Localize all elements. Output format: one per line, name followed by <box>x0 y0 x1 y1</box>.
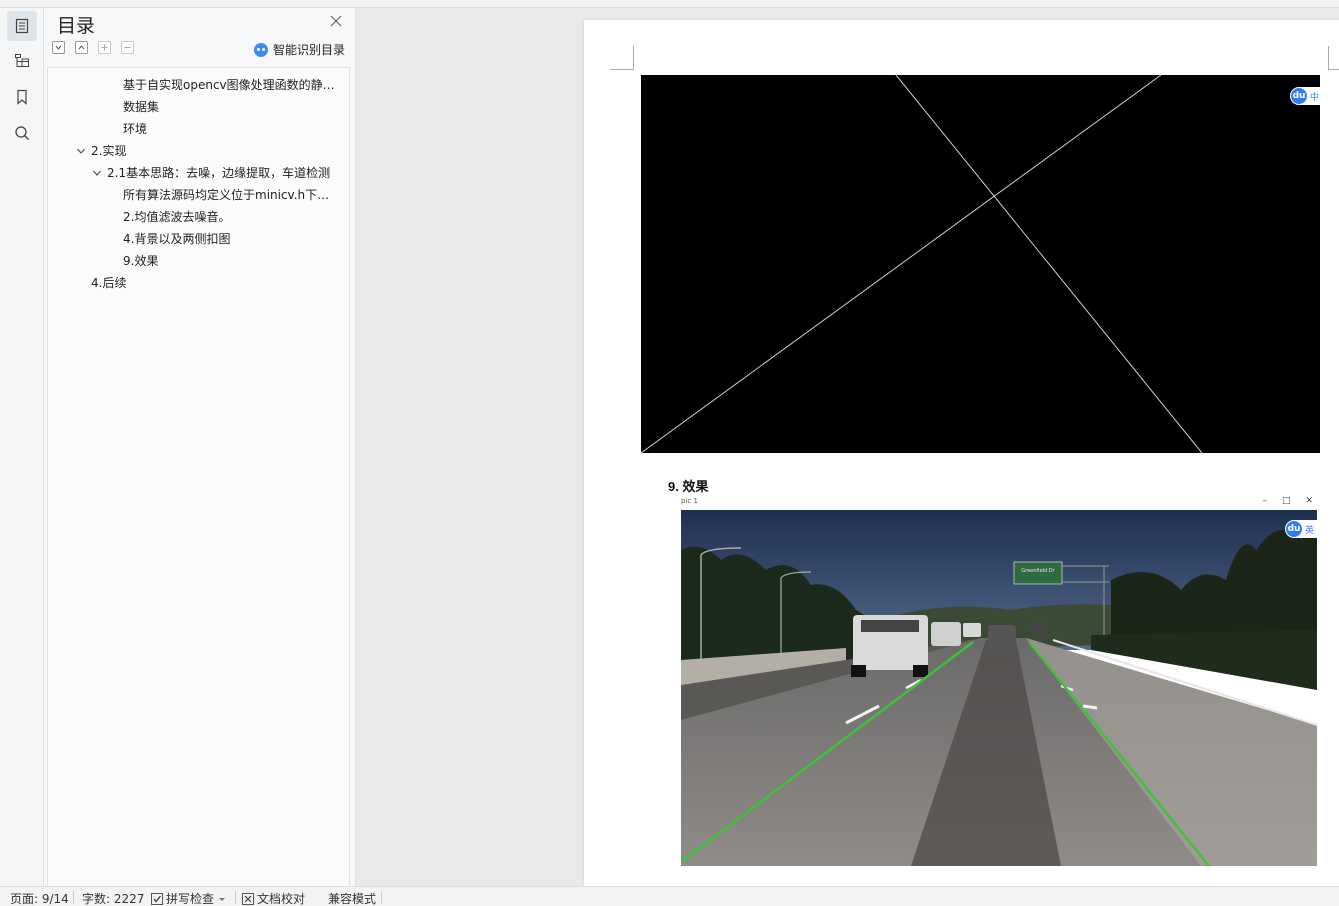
smart-toc-label: 智能识别目录 <box>273 43 346 57</box>
toc-item[interactable]: 4.后续 <box>91 272 331 294</box>
window-title: pic 1 <box>681 497 698 505</box>
status-bar: 页面: 9/14 字数: 2227 拼写检查 文档校对 兼容模式 <box>0 886 1339 906</box>
doc-review-button[interactable]: 文档校对 <box>242 890 305 906</box>
maximize-icon: □ <box>1281 496 1291 506</box>
toc-item[interactable]: 2.1基本思路：去噪，边缘提取，车道检测 <box>107 162 340 184</box>
chevron-down-icon[interactable] <box>92 168 102 178</box>
sidebar-rail <box>0 8 44 886</box>
bookmark-icon <box>17 89 27 105</box>
spell-check-button[interactable]: 拼写检查 <box>151 890 226 906</box>
toc-item[interactable]: 基于自实现opencv图像处理函数的静态图像车道线检测 <box>123 74 341 96</box>
toc-item[interactable]: 2.均值滤波去噪音。 <box>123 206 341 228</box>
close-icon[interactable] <box>329 14 343 28</box>
page-corner-mark <box>1328 46 1339 70</box>
search-icon <box>15 126 29 140</box>
du-logo-icon: du <box>1291 88 1307 104</box>
plus-icon <box>101 44 108 51</box>
chevron-down-icon[interactable] <box>76 146 86 156</box>
search-rail-button[interactable] <box>7 118 37 148</box>
toc-title: 目录 <box>57 15 96 37</box>
badge-text: 中 <box>1310 92 1320 103</box>
collapse-all-button[interactable] <box>52 41 65 54</box>
separator <box>381 891 382 904</box>
road-scene-graphic: Greenfield Dr <box>681 510 1317 866</box>
caret-down-icon <box>218 898 225 901</box>
toc-panel: 目录 智能识别目录 基于自实现opencv图像处理函数的静态图像车道线检测 数据… <box>44 8 356 886</box>
toc-item[interactable]: 所有算法源码均定义位于minicv.h下的函数 <box>123 184 341 206</box>
checkbox-icon <box>151 893 163 905</box>
structure-rail-button[interactable] <box>7 46 37 76</box>
toc-list: 基于自实现opencv图像处理函数的静态图像车道线检测 数据集 环境 2.实现 … <box>47 67 350 886</box>
chevron-up-icon <box>78 45 85 50</box>
toc-item[interactable]: 2.实现 <box>91 140 331 162</box>
close-icon: ✕ <box>1305 496 1313 506</box>
compat-mode-label: 兼容模式 <box>328 892 377 906</box>
section-heading: 9. 效果 <box>668 479 709 494</box>
toc-toolbar <box>52 41 134 55</box>
minus-icon <box>124 47 131 48</box>
toc-rail-button[interactable] <box>7 11 37 41</box>
embedded-window-titlebar: pic 1 – □ ✕ <box>681 496 1321 510</box>
add-heading-button[interactable] <box>98 41 111 54</box>
window-controls: – □ ✕ <box>1262 496 1313 506</box>
chevron-down-icon <box>55 45 62 50</box>
bookmark-rail-button[interactable] <box>7 82 37 112</box>
translate-badge[interactable]: du 英 <box>1285 520 1317 538</box>
road-sign-text: Greenfield Dr <box>1021 568 1055 574</box>
badge-text: 英 <box>1305 525 1315 536</box>
detected-lines-graphic <box>641 75 1203 453</box>
expand-all-button[interactable] <box>75 41 88 54</box>
toc-icon <box>15 18 29 34</box>
hough-lines-image: du 中 <box>641 75 1320 453</box>
toc-item[interactable]: 环境 <box>123 118 341 140</box>
page-corner-mark <box>610 46 634 70</box>
toc-item[interactable]: 9.效果 <box>123 250 341 272</box>
separator <box>235 891 236 904</box>
navigation-pane-icon <box>15 54 29 67</box>
lane-detection-result-image: Greenfield Dr du 英 <box>681 510 1317 866</box>
toc-item[interactable]: 数据集 <box>123 96 341 118</box>
doc-review-icon <box>242 893 254 905</box>
smart-toc-button[interactable]: 智能识别目录 <box>254 41 345 58</box>
toc-item[interactable]: 4.背景以及两侧扣图 <box>123 228 341 250</box>
tab-strip <box>0 0 1339 8</box>
page-indicator[interactable]: 页面: 9/14 <box>10 890 69 906</box>
ai-assistant-icon <box>254 42 268 57</box>
du-logo-icon: du <box>1286 521 1302 537</box>
word-count[interactable]: 字数: 2227 <box>82 890 144 906</box>
minimize-icon: – <box>1262 496 1267 506</box>
separator <box>73 891 74 904</box>
doc-review-label: 文档校对 <box>257 892 306 906</box>
spell-check-label: 拼写检查 <box>166 892 215 906</box>
document-area[interactable]: du 中 9. 效果 pic 1 – □ ✕ Greenfield Dr du … <box>356 8 1339 886</box>
remove-heading-button[interactable] <box>121 41 134 54</box>
document-page[interactable]: du 中 9. 效果 pic 1 – □ ✕ Greenfield Dr du … <box>584 20 1339 886</box>
translate-badge[interactable]: du 中 <box>1290 87 1320 105</box>
